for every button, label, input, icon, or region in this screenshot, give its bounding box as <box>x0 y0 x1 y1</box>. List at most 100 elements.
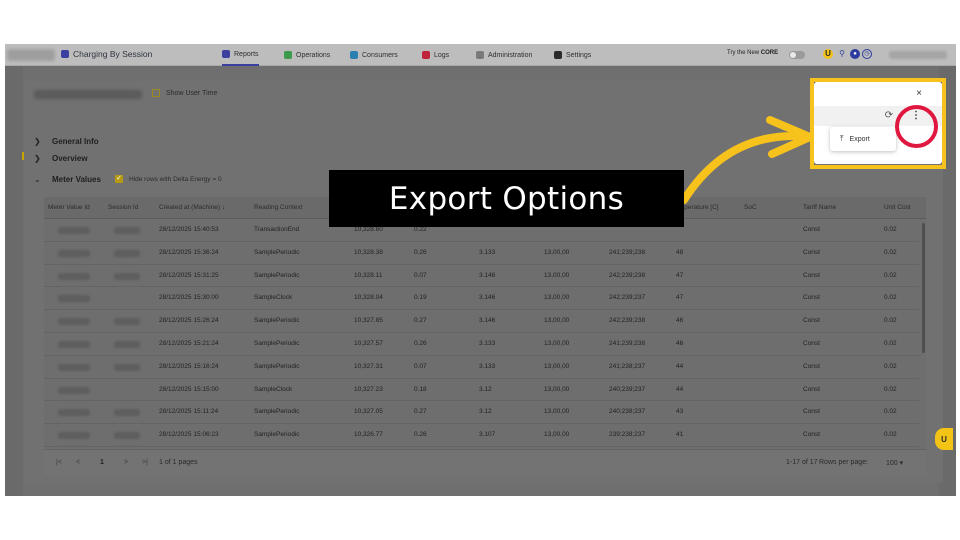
table-cell: 242;239;238 <box>609 271 646 279</box>
meter-value-id-blurred <box>58 295 90 303</box>
table-cell: 48 <box>676 248 684 256</box>
settings-icon <box>554 51 562 59</box>
table-cell: 13,00,00 <box>544 362 570 370</box>
show-user-time-option[interactable]: Show User Time <box>152 89 217 97</box>
table-row[interactable]: 28/12/2025 15:26:24 SamplePeriodic 10,327.… <box>44 310 919 333</box>
caption-text: Export Options <box>388 180 625 217</box>
chevron-right-icon: ❯ <box>34 137 41 146</box>
table-cell: 241;238;237 <box>609 362 646 370</box>
search-icon[interactable]: ⚲ <box>837 49 847 59</box>
table-row[interactable]: 28/12/2025 15:30:00 SampleClock 10,328.04 0… <box>44 287 919 311</box>
table-cell: 0.27 <box>414 317 427 325</box>
table-cell: 10,327.23 <box>354 385 383 393</box>
meter-values-table: Meter Value Id Session Id Created at (Ma… <box>44 197 926 475</box>
table-cell: 28/12/2025 15:21:24 <box>159 340 219 347</box>
hide-zero-delta-option[interactable]: ✓ Hide rows with Delta Energy = 0 <box>115 175 222 183</box>
table-cell: 0.02 <box>884 408 897 416</box>
pagination-bar: |< < 1 > >| 1 of 1 pages 1-17 of 17 Rows… <box>44 449 926 475</box>
meter-value-id-blurred <box>58 318 90 326</box>
table-cell: 242;239;238 <box>609 317 646 325</box>
table-cell: 13,00,00 <box>544 248 570 256</box>
table-cell: 10,327.85 <box>354 317 383 325</box>
table-row[interactable]: 28/12/2025 15:31:25 SamplePeriodic 10,328.… <box>44 265 919 288</box>
table-cell: 0.02 <box>884 431 897 439</box>
user-menu[interactable] <box>889 51 947 59</box>
table-cell: 10,327.05 <box>354 408 383 416</box>
table-cell: 3.146 <box>479 294 496 302</box>
table-cell: 0.19 <box>414 294 427 302</box>
helper-icon[interactable]: U <box>823 49 833 59</box>
nav-item-logs[interactable]: Logs <box>422 44 449 66</box>
table-cell: 0.07 <box>414 271 427 279</box>
table-cell: TransactionEnd <box>254 226 300 233</box>
table-cell: SampleClock <box>254 294 293 302</box>
session-id-blurred <box>114 409 140 417</box>
session-id-blurred <box>114 363 140 371</box>
current-page[interactable]: 1 <box>100 459 104 466</box>
clock-icon[interactable]: ◷ <box>862 49 872 59</box>
session-id-blurred <box>34 90 142 99</box>
table-cell: 0.02 <box>884 340 897 347</box>
column-header[interactable]: Unit Cost <box>884 204 911 211</box>
table-cell: 3.107 <box>479 431 496 439</box>
table-cell: 3.12 <box>479 408 492 416</box>
helper-badge-icon[interactable]: U <box>935 428 953 450</box>
top-navigation-bar: Charging By Session Reports Operations Con… <box>5 44 956 66</box>
prev-page-button[interactable]: < <box>76 459 80 466</box>
table-cell: 239;238;237 <box>609 431 646 439</box>
table-cell: 28/12/2025 15:16:24 <box>159 362 219 370</box>
table-cell: 0.26 <box>414 340 427 347</box>
table-cell: Const <box>803 431 820 439</box>
globe-icon[interactable]: ● <box>850 49 860 59</box>
table-cell: 13,00,00 <box>544 431 570 439</box>
meter-value-id-blurred <box>58 249 90 257</box>
table-row[interactable]: 28/12/2025 15:16:24 SamplePeriodic 10,327.… <box>44 356 919 379</box>
section-general-info[interactable]: ❯ General Info <box>34 137 99 146</box>
table-row[interactable]: 28/12/2025 15:21:24 SamplePeriodic 10,327.… <box>44 333 919 356</box>
table-cell: 0.22 <box>414 226 427 233</box>
table-cell: 13,00,00 <box>544 294 570 302</box>
table-row[interactable]: 28/12/2025 15:11:24 SamplePeriodic 10,327.… <box>44 401 919 425</box>
column-header[interactable]: Meter Value Id <box>48 204 90 211</box>
section-overview[interactable]: ❯ Overview <box>34 154 88 163</box>
page-count: 1 of 1 pages <box>159 459 198 466</box>
nav-item-reports[interactable]: Reports <box>222 44 259 66</box>
column-header[interactable]: Session Id <box>108 204 138 211</box>
section-meter-values[interactable]: ⌄ Meter Values <box>34 175 101 184</box>
try-new-core-toggle[interactable] <box>789 51 805 59</box>
row-range: 1-17 of 17 <box>786 459 818 466</box>
table-row[interactable]: 28/12/2025 15:15:00 SampleClock 10,327.23 0… <box>44 379 919 402</box>
charging-icon <box>61 50 69 58</box>
column-header[interactable]: Reading Context <box>254 204 302 211</box>
table-cell: Const <box>803 226 820 233</box>
first-page-button[interactable]: |< <box>56 459 62 466</box>
show-user-time-checkbox[interactable] <box>152 89 160 97</box>
table-cell: 0.02 <box>884 294 897 302</box>
table-cell: 13,00,00 <box>544 408 570 416</box>
table-cell: 44 <box>676 385 684 393</box>
table-cell: 3.12 <box>479 385 492 393</box>
table-cell: 28/12/2025 15:06:23 <box>159 431 219 439</box>
meter-value-id-blurred <box>58 363 90 371</box>
table-cell: 13,00,00 <box>544 271 570 279</box>
table-cell: Const <box>803 294 820 302</box>
table-row[interactable]: 28/12/2025 15:36:24 SamplePeriodic 10,328.… <box>44 242 919 265</box>
table-row[interactable]: 28/12/2025 15:06:23 SamplePeriodic 10,326.… <box>44 424 919 447</box>
nav-item-consumers[interactable]: Consumers <box>350 44 398 66</box>
table-cell: SamplePeriodic <box>254 271 300 279</box>
next-page-button[interactable]: > <box>124 459 128 466</box>
try-new-core-label[interactable]: Try the New CORE <box>727 50 778 56</box>
nav-item-administration[interactable]: Administration <box>476 44 532 66</box>
nav-item-settings[interactable]: Settings <box>554 44 591 66</box>
hide-zero-delta-checkbox[interactable]: ✓ <box>115 175 123 183</box>
nav-item-operations[interactable]: Operations <box>284 44 330 66</box>
table-cell: 28/12/2025 15:31:25 <box>159 271 219 279</box>
column-header[interactable]: Created at (Machine) ↓ <box>159 204 225 211</box>
table-scrollbar[interactable] <box>922 223 925 353</box>
highlight-circle <box>895 105 938 148</box>
rows-per-page-select[interactable]: 100 ▾ <box>886 459 903 467</box>
last-page-button[interactable]: >| <box>142 459 148 466</box>
table-cell: SampleClock <box>254 385 293 393</box>
table-cell: 10,327.57 <box>354 340 383 347</box>
table-cell: 28/12/2025 15:36:24 <box>159 248 219 256</box>
